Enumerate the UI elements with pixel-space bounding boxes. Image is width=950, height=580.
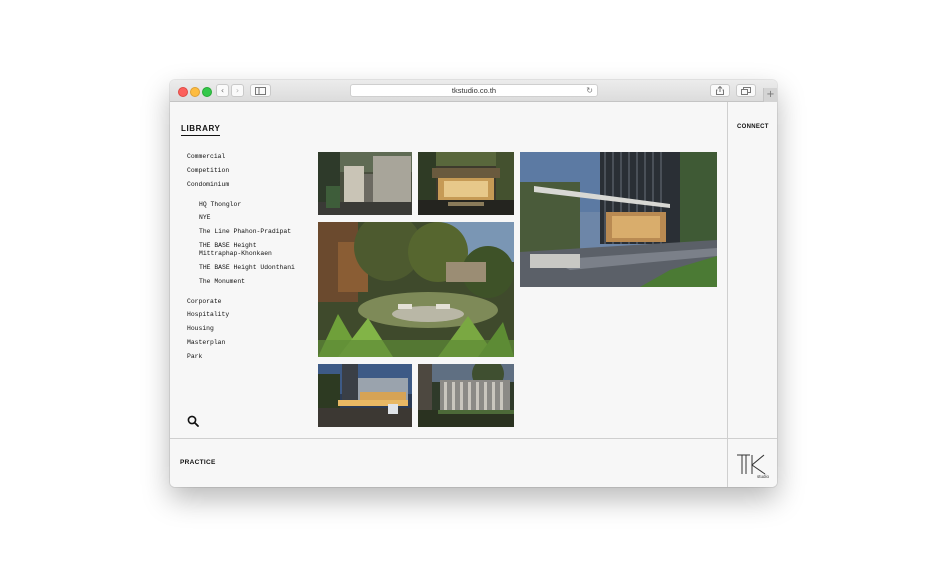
category-housing[interactable]: Housing bbox=[187, 325, 214, 333]
share-icon bbox=[716, 86, 724, 95]
search-icon[interactable] bbox=[187, 415, 199, 427]
minimize-window-button[interactable] bbox=[190, 87, 200, 97]
photo-night-screen-wall[interactable] bbox=[418, 364, 514, 427]
library-title[interactable]: LIBRARY bbox=[181, 124, 221, 136]
svg-text:studio: studio bbox=[757, 474, 770, 479]
address-bar[interactable]: tkstudio.co.th ↻ bbox=[350, 84, 598, 97]
reload-icon[interactable]: ↻ bbox=[586, 85, 593, 97]
show-tabs-button[interactable] bbox=[736, 84, 756, 97]
sidebar-icon bbox=[255, 86, 266, 95]
chevron-right-icon: › bbox=[235, 86, 240, 95]
bottom-divider bbox=[170, 438, 777, 439]
url-text: tkstudio.co.th bbox=[451, 86, 497, 95]
category-hospitality[interactable]: Hospitality bbox=[187, 311, 229, 319]
right-divider bbox=[727, 102, 728, 487]
category-commercial[interactable]: Commercial bbox=[187, 153, 225, 161]
share-button[interactable] bbox=[710, 84, 730, 97]
category-competition[interactable]: Competition bbox=[187, 167, 229, 175]
chevron-left-icon: ‹ bbox=[220, 86, 225, 95]
new-tab-button[interactable]: + bbox=[763, 88, 777, 102]
category-masterplan[interactable]: Masterplan bbox=[187, 339, 225, 347]
photo-tropical-garden[interactable] bbox=[318, 222, 514, 357]
browser-toolbar: ‹ › tkstudio.co.th ↻ + bbox=[170, 80, 777, 102]
logo-mark: studio bbox=[737, 454, 770, 479]
sidebar-button[interactable] bbox=[250, 84, 271, 97]
browser-window: ‹ › tkstudio.co.th ↻ + LIBRARY Commercia… bbox=[170, 80, 777, 487]
category-park[interactable]: Park bbox=[187, 353, 202, 361]
close-window-button[interactable] bbox=[178, 87, 188, 97]
zoom-window-button[interactable] bbox=[202, 87, 212, 97]
project-hq-thonglor[interactable]: HQ Thonglor bbox=[199, 201, 241, 209]
tabs-icon bbox=[741, 86, 751, 95]
project-the-monument[interactable]: The Monument bbox=[199, 278, 245, 286]
project-the-line-phahon-pradipat[interactable]: The Line Phahon-Pradipat bbox=[199, 228, 291, 236]
forward-button[interactable]: › bbox=[231, 84, 244, 97]
connect-link[interactable]: CONNECT bbox=[737, 124, 769, 130]
practice-link[interactable]: PRACTICE bbox=[180, 459, 216, 466]
project-the-base-height-mittraphap-khonkaen[interactable]: THE BASE Height Mittraphap-Khonkaen bbox=[199, 242, 299, 258]
photo-lit-lobby-entrance[interactable] bbox=[418, 152, 514, 215]
back-button[interactable]: ‹ bbox=[216, 84, 229, 97]
tk-studio-logo[interactable]: studio bbox=[736, 452, 770, 479]
photo-night-drop-off[interactable] bbox=[318, 364, 412, 427]
project-the-base-height-udonthani[interactable]: THE BASE Height Udonthani bbox=[199, 264, 295, 272]
photo-tower-garden-plaza[interactable] bbox=[520, 152, 717, 287]
project-nye[interactable]: NYE bbox=[199, 214, 211, 222]
page-content: LIBRARY Commercial Competition Condomini… bbox=[170, 102, 777, 487]
category-condominium[interactable]: Condominium bbox=[187, 181, 229, 189]
category-corporate[interactable]: Corporate bbox=[187, 298, 222, 306]
photo-walled-courtyard[interactable] bbox=[318, 152, 412, 215]
